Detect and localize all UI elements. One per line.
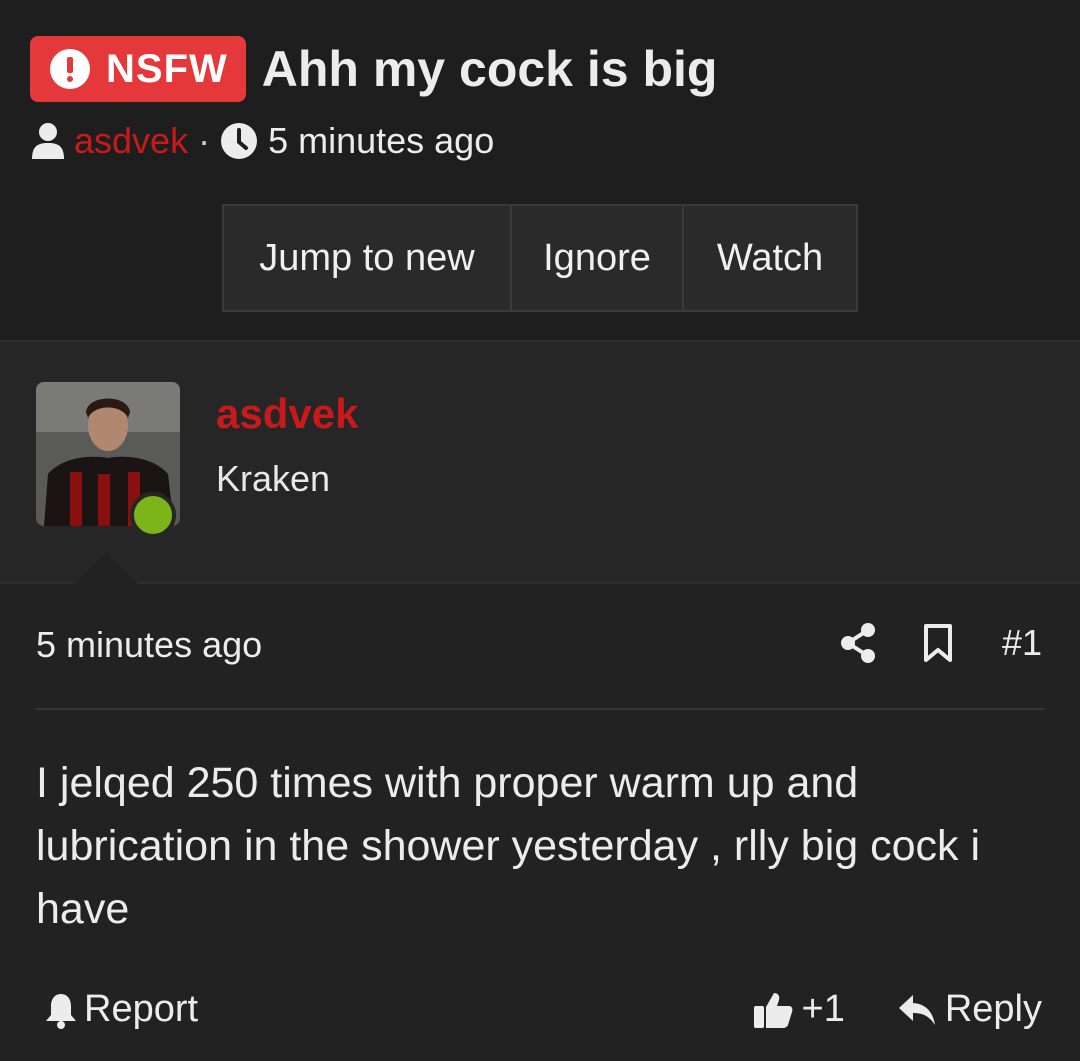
thumbs-up-icon	[753, 992, 792, 1028]
thread-title-row: NSFW Ahh my cock is big	[30, 36, 717, 102]
bell-icon	[46, 993, 76, 1029]
thread-page: NSFW Ahh my cock is big asdvek · 5 minut…	[0, 0, 1080, 1061]
post-body: I jelqed 250 times with proper warm up a…	[36, 759, 981, 933]
jump-to-new-button[interactable]: Jump to new	[224, 206, 512, 310]
user-icon	[32, 123, 64, 159]
reply-button[interactable]: Reply	[897, 988, 1042, 1031]
post-attribution-actions: #1	[840, 622, 1042, 664]
warning-icon	[50, 49, 90, 89]
thread-title: Ahh my cock is big	[261, 41, 718, 97]
clock-icon	[221, 123, 258, 159]
nsfw-prefix-badge[interactable]: NSFW	[30, 36, 246, 102]
reaction-count: +1	[801, 988, 845, 1030]
user-title: Kraken	[216, 458, 331, 499]
watch-button[interactable]: Watch	[684, 206, 856, 310]
thread-meta: asdvek · 5 minutes ago	[30, 120, 494, 162]
share-icon[interactable]	[840, 623, 876, 663]
report-label: Report	[84, 988, 199, 1030]
thread-author-link[interactable]: asdvek	[74, 120, 188, 162]
thread-header: NSFW Ahh my cock is big asdvek · 5 minut…	[0, 0, 1080, 340]
thread-action-buttons: Jump to new Ignore Watch	[222, 204, 858, 312]
thread-time-link[interactable]: 5 minutes ago	[268, 120, 494, 162]
nsfw-label: NSFW	[106, 46, 228, 91]
post-time-link[interactable]: 5 minutes ago	[36, 624, 262, 666]
reply-arrow-icon	[898, 994, 935, 1025]
post-number-link[interactable]: #1	[1002, 622, 1042, 664]
report-link[interactable]: Report	[44, 988, 198, 1031]
reply-label: Reply	[944, 988, 1042, 1030]
meta-separator: ·	[198, 120, 211, 161]
like-button[interactable]: +1	[752, 988, 845, 1031]
message-pointer-arrow	[74, 552, 138, 584]
post-divider	[36, 708, 1044, 710]
ignore-button[interactable]: Ignore	[512, 206, 684, 310]
bookmark-icon[interactable]	[922, 623, 954, 663]
post-footer-actions: +1 Reply	[752, 988, 1042, 1031]
post-user-block	[0, 340, 1080, 584]
online-status-indicator	[130, 492, 176, 538]
post-username[interactable]: asdvek	[216, 390, 358, 438]
